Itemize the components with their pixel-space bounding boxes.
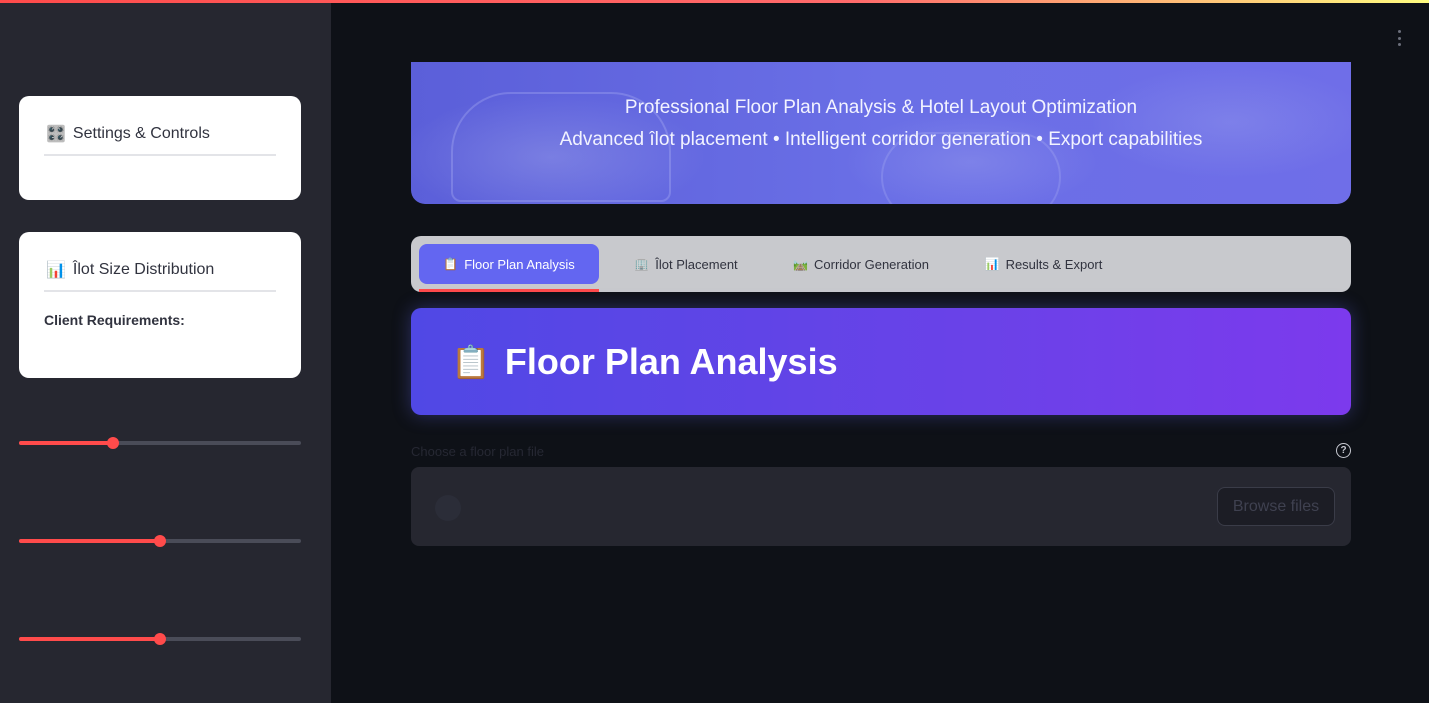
section-header: 📋 Floor Plan Analysis [411, 308, 1351, 415]
settings-title-text: Settings & Controls [72, 125, 210, 142]
tab-label: Results & Export [1005, 256, 1103, 272]
tab-label: Îlot Placement [655, 256, 738, 272]
ilot-size-slider-1[interactable] [19, 436, 301, 450]
tab-corridor-generation[interactable]: 🛤️ Corridor Generation [786, 244, 936, 284]
tab-floor-plan-analysis[interactable]: 📋 Floor Plan Analysis [419, 244, 599, 284]
control-knobs-icon: 🎛️ [46, 126, 66, 143]
hero-banner: Professional Floor Plan Analysis & Hotel… [411, 62, 1351, 204]
main-menu-icon[interactable] [1393, 28, 1405, 48]
tab-label: Corridor Generation [814, 256, 929, 272]
bar-chart-icon: 📊 [984, 257, 1000, 271]
sidebar: 🎛️ Settings & Controls 📊 Îlot Size Distr… [0, 0, 331, 703]
client-requirements-label: Client Requirements: [44, 312, 185, 328]
tab-ilot-placement[interactable]: 🏢 Îlot Placement [621, 244, 751, 284]
hero-subtitle: Advanced îlot placement • Intelligent co… [559, 129, 1203, 150]
slider-thumb[interactable] [107, 437, 119, 449]
section-title: Floor Plan Analysis [504, 340, 838, 382]
top-decoration-bar [0, 0, 1429, 3]
file-dropzone[interactable]: Browse files [411, 467, 1351, 546]
slider-fill [19, 637, 160, 641]
cloud-upload-icon [435, 495, 461, 521]
settings-card: 🎛️ Settings & Controls [19, 96, 301, 200]
building-icon: 🏢 [634, 257, 650, 271]
bar-chart-icon: 📊 [46, 262, 66, 279]
ilot-title-text: Îlot Size Distribution [72, 261, 215, 278]
clipboard-icon: 📋 [443, 257, 459, 271]
tab-results-export[interactable]: 📊 Results & Export [981, 244, 1106, 284]
slider-fill [19, 441, 113, 445]
slider-thumb[interactable] [154, 535, 166, 547]
slider-thumb[interactable] [154, 633, 166, 645]
ilot-size-slider-2[interactable] [19, 534, 301, 548]
browse-files-button[interactable]: Browse files [1217, 487, 1335, 526]
file-uploader-label: Choose a floor plan file [411, 444, 544, 459]
ilot-card-title: 📊 Îlot Size Distribution [44, 232, 276, 292]
clipboard-icon: 📋 [451, 343, 491, 380]
ilot-size-card: 📊 Îlot Size Distribution Client Requirem… [19, 232, 301, 378]
help-icon[interactable]: ? [1336, 443, 1351, 458]
slider-fill [19, 539, 160, 543]
hero-title: Professional Floor Plan Analysis & Hotel… [624, 97, 1138, 118]
tab-label: Floor Plan Analysis [464, 256, 575, 272]
railway-icon: 🛤️ [793, 257, 809, 271]
active-tab-indicator [419, 289, 599, 292]
settings-card-title: 🎛️ Settings & Controls [44, 96, 276, 156]
tab-bar: 📋 Floor Plan Analysis 🏢 Îlot Placement 🛤… [411, 236, 1351, 292]
ilot-size-slider-3[interactable] [19, 632, 301, 646]
